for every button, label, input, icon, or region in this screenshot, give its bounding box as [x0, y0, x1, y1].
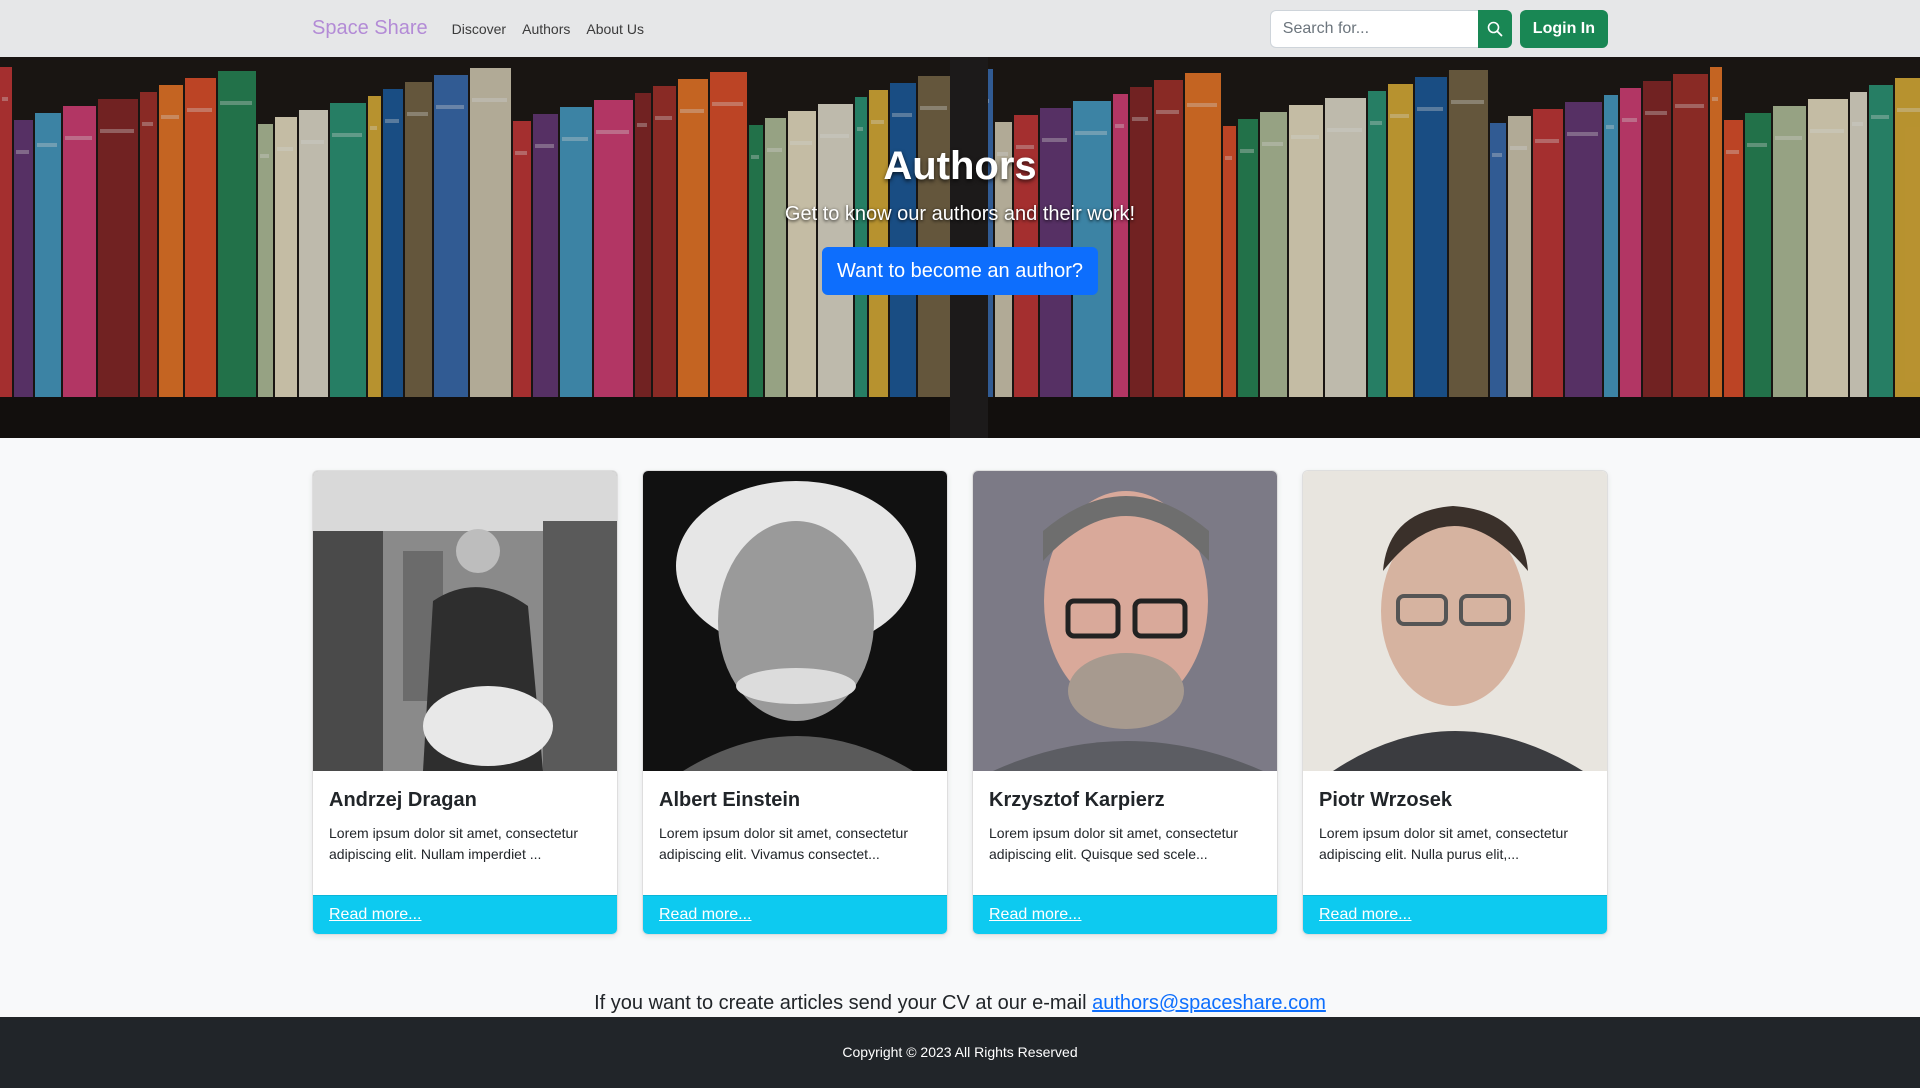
page-title: Authors	[883, 144, 1037, 188]
author-bio: Lorem ipsum dolor sit amet, consectetur …	[1319, 825, 1568, 862]
author-photo-andrzej-dragan	[313, 471, 617, 771]
author-name: Krzysztof Karpierz	[989, 789, 1165, 811]
read-more-link[interactable]: Read more...	[1319, 906, 1411, 924]
author-bio: Lorem ipsum dolor sit amet, consectetur …	[329, 825, 578, 862]
nav-links: Discover Authors About Us	[452, 21, 644, 37]
author-card: Piotr Wrzosek Lorem ipsum dolor sit amet…	[1302, 470, 1608, 935]
search-button[interactable]	[1477, 9, 1512, 48]
contact-line: If you want to create articles send your…	[0, 992, 1920, 1015]
card-footer: Read more...	[313, 895, 617, 934]
author-card: Albert Einstein Lorem ipsum dolor sit am…	[642, 470, 948, 935]
copyright-text: Copyright © 2023 All Rights Reserved	[842, 1044, 1078, 1060]
read-more-link[interactable]: Read more...	[329, 906, 421, 924]
card-footer: Read more...	[973, 895, 1277, 934]
author-name: Albert Einstein	[659, 789, 801, 811]
search-icon	[1487, 21, 1503, 36]
author-bio: Lorem ipsum dolor sit amet, consectetur …	[989, 825, 1238, 862]
hero-content: Authors Get to know our authors and thei…	[0, 57, 1920, 438]
hero-banner: Authors Get to know our authors and thei…	[0, 57, 1920, 438]
author-card: Krzysztof Karpierz Lorem ipsum dolor sit…	[972, 470, 1278, 935]
author-photo-albert-einstein	[643, 471, 947, 771]
contact-text: If you want to create articles send your…	[594, 992, 1087, 1014]
login-button[interactable]: Login In	[1519, 9, 1608, 48]
become-author-button[interactable]: Want to become an author?	[822, 247, 1098, 295]
card-footer: Read more...	[643, 895, 947, 934]
read-more-link[interactable]: Read more...	[659, 906, 751, 924]
author-name: Piotr Wrzosek	[1319, 789, 1452, 811]
search-input[interactable]	[1269, 9, 1478, 48]
card-footer: Read more...	[1303, 895, 1607, 934]
nav-link-about-us[interactable]: About Us	[586, 21, 644, 37]
author-bio: Lorem ipsum dolor sit amet, consectetur …	[659, 825, 908, 862]
author-card: Andrzej Dragan Lorem ipsum dolor sit ame…	[312, 470, 618, 935]
navbar-container: Space Share Discover Authors About Us Lo…	[312, 0, 1608, 57]
hero-subtitle: Get to know our authors and their work!	[784, 203, 1136, 225]
contact-email-link[interactable]: authors@spaceshare.com	[1092, 992, 1326, 1014]
author-cards: Andrzej Dragan Lorem ipsum dolor sit ame…	[312, 470, 1608, 935]
navbar: Space Share Discover Authors About Us Lo…	[0, 0, 1920, 57]
author-photo-krzysztof-karpierz	[973, 471, 1277, 771]
author-name: Andrzej Dragan	[329, 789, 477, 811]
footer: Copyright © 2023 All Rights Reserved	[0, 1017, 1920, 1088]
brand-link[interactable]: Space Share	[312, 17, 428, 40]
author-photo-piotr-wrzosek	[1303, 471, 1607, 771]
nav-search-group: Login In	[1269, 9, 1608, 48]
read-more-link[interactable]: Read more...	[989, 906, 1081, 924]
nav-link-authors[interactable]: Authors	[522, 21, 570, 37]
nav-link-discover[interactable]: Discover	[452, 21, 506, 37]
